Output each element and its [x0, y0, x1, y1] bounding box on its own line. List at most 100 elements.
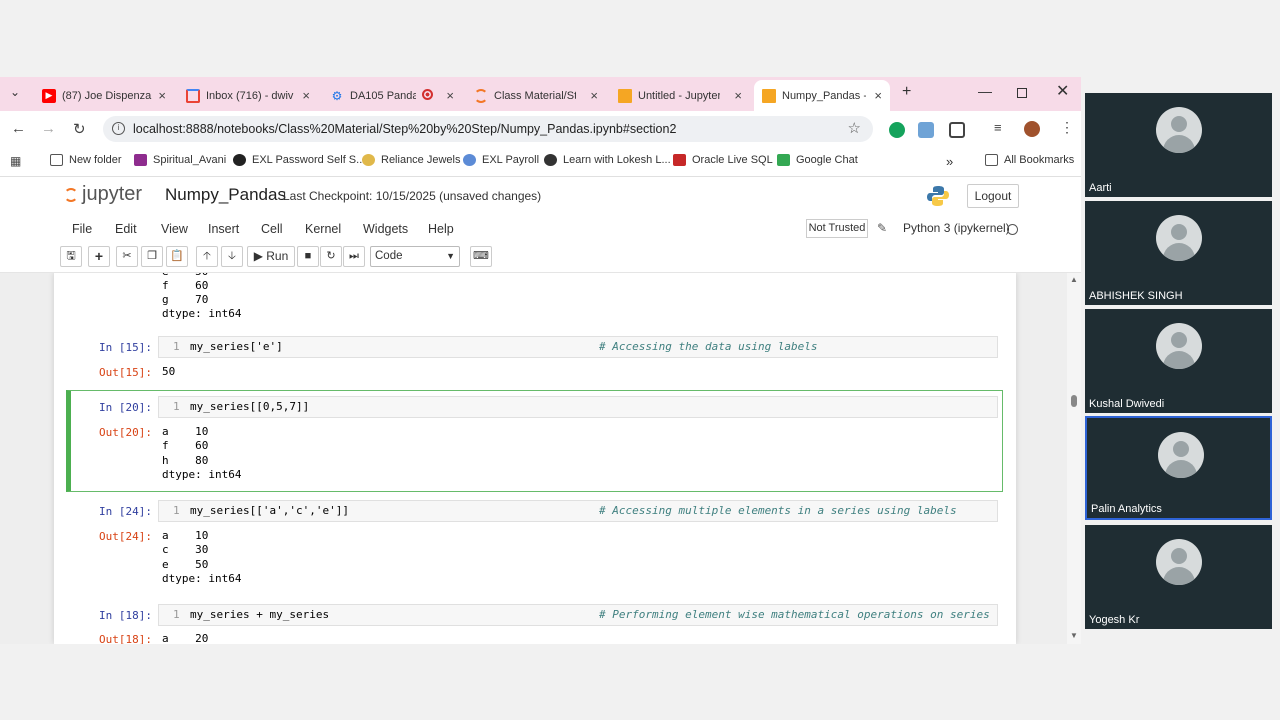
- menu-edit[interactable]: Edit: [115, 222, 137, 236]
- scroll-up-icon[interactable]: ▲: [1070, 275, 1078, 284]
- menu-kebab-icon[interactable]: ⋮: [1060, 119, 1074, 136]
- line-number: 1: [173, 504, 180, 517]
- close-icon[interactable]: ×: [590, 88, 598, 103]
- menu-kernel[interactable]: Kernel: [305, 222, 341, 236]
- menu-help[interactable]: Help: [428, 222, 454, 236]
- python-logo-icon: [927, 186, 949, 206]
- close-icon[interactable]: ×: [446, 88, 454, 103]
- notebook-name[interactable]: Numpy_Pandas: [165, 185, 286, 205]
- bookmark-icon: [134, 154, 147, 166]
- output-line: g 70: [162, 293, 209, 306]
- browser-window: ⌄ ▶ (87) Joe Dispenza × Inbox (716) - dw…: [0, 77, 1081, 644]
- output-prompt: Out[24]:: [99, 530, 152, 543]
- not-trusted-button[interactable]: Not Trusted: [806, 219, 868, 238]
- puzzle-icon[interactable]: [949, 122, 965, 138]
- notebook-toolbar: 🖫 + ✂ ❐ 📋 🡡 🡣 ▶ Run ■ ↻ ⏭ Code ▼ ⌨: [0, 243, 1081, 273]
- cell-type-select[interactable]: Code ▼: [370, 246, 460, 267]
- output-line: c 30: [162, 543, 209, 556]
- tab-untitled[interactable]: Untitled - Jupyter ×: [610, 80, 750, 111]
- scrollbar-thumb[interactable]: [1071, 395, 1077, 407]
- bookmark-exl-payroll[interactable]: EXL Payroll: [463, 154, 539, 166]
- bookmark-oracle[interactable]: Oracle Live SQL: [673, 154, 773, 166]
- participant-tile[interactable]: ABHISHEK SINGH: [1085, 201, 1272, 305]
- output-line: dtype: int64: [162, 572, 242, 585]
- bookmark-new-folder[interactable]: New folder: [50, 154, 122, 166]
- url-field[interactable]: i localhost:8888/notebooks/Class%20Mater…: [103, 116, 873, 142]
- menu-widgets[interactable]: Widgets: [363, 222, 408, 236]
- cut-icon[interactable]: ✂: [116, 246, 138, 267]
- bookmark-label: EXL Payroll: [482, 154, 540, 166]
- menu-insert[interactable]: Insert: [208, 222, 239, 236]
- jupyter-logo[interactable]: jupyter: [64, 183, 142, 206]
- menu-cell[interactable]: Cell: [261, 222, 283, 236]
- window-close-icon[interactable]: ✕: [1056, 81, 1069, 101]
- restore-icon[interactable]: [1017, 88, 1027, 98]
- code-cell[interactable]: 1 my_series[['a','c','e']] # Accessing m…: [158, 500, 998, 522]
- restart-run-all-icon[interactable]: ⏭: [343, 246, 365, 267]
- bookmark-spiritual[interactable]: Spiritual_Avani: [134, 154, 226, 166]
- profile-avatar[interactable]: [1024, 121, 1040, 137]
- output-prompt: Out[15]:: [99, 366, 152, 379]
- bookmark-star-icon[interactable]: ☆: [848, 116, 861, 142]
- participant-tile[interactable]: Aarti: [1085, 93, 1272, 197]
- kernel-idle-icon: [1007, 224, 1018, 235]
- code-comment: # Accessing the data using labels: [599, 340, 818, 353]
- move-down-icon[interactable]: 🡣: [221, 246, 243, 267]
- back-icon[interactable]: ←: [11, 120, 26, 137]
- notebook-area[interactable]: e 50 f 60 g 70 dtype: int64 In [15]: 1 m…: [0, 273, 1081, 644]
- move-up-icon[interactable]: 🡡: [196, 246, 218, 267]
- line-number: 1: [173, 340, 180, 353]
- minimize-icon[interactable]: —: [978, 83, 992, 99]
- participant-tile-active[interactable]: Palin Analytics: [1085, 416, 1272, 520]
- insert-cell-icon[interactable]: +: [88, 246, 110, 267]
- tab-search-icon[interactable]: ⌄: [10, 85, 20, 99]
- close-icon[interactable]: ×: [734, 88, 742, 103]
- all-bookmarks[interactable]: All Bookmarks: [985, 154, 1074, 166]
- scrollbar[interactable]: ▲ ▼: [1067, 273, 1081, 644]
- grammarly-icon[interactable]: [889, 122, 905, 138]
- code-cell[interactable]: 1 my_series + my_series # Performing ele…: [158, 604, 998, 626]
- bookmark-lokesh[interactable]: Learn with Lokesh L...: [544, 154, 671, 166]
- code-cell[interactable]: 1 my_series['e'] # Accessing the data us…: [158, 336, 998, 358]
- tab-class-material[interactable]: Class Material/Ste ×: [466, 80, 606, 111]
- cell-type-value: Code: [375, 250, 403, 262]
- output-line: a 20: [162, 632, 209, 644]
- logout-button[interactable]: Logout: [967, 184, 1019, 208]
- run-button[interactable]: ▶ Run: [247, 246, 295, 267]
- apps-grid-icon[interactable]: ▦: [10, 154, 21, 168]
- paste-icon[interactable]: 📋: [166, 246, 188, 267]
- close-icon[interactable]: ×: [158, 88, 166, 103]
- tab-da105[interactable]: ⚙ DA105 Pandas ×: [322, 80, 462, 111]
- keyboard-icon[interactable]: ⌨: [470, 246, 492, 267]
- close-icon[interactable]: ×: [874, 88, 882, 103]
- close-icon[interactable]: ×: [302, 88, 310, 103]
- participant-tile[interactable]: Yogesh Kr: [1085, 525, 1272, 629]
- tab-gmail[interactable]: Inbox (716) - dwiv ×: [178, 80, 318, 111]
- new-tab-icon[interactable]: +: [902, 83, 911, 101]
- forward-icon[interactable]: →: [41, 120, 56, 137]
- info-icon[interactable]: i: [112, 122, 125, 135]
- bookmarks-overflow-icon[interactable]: »: [946, 154, 953, 169]
- settings-icon: ⚙: [331, 88, 343, 103]
- scroll-down-icon[interactable]: ▼: [1070, 631, 1078, 640]
- reload-icon[interactable]: ↻: [73, 120, 86, 138]
- menu-file[interactable]: File: [72, 222, 92, 236]
- jupyter-header: jupyter Numpy_Pandas Last Checkpoint: 10…: [0, 177, 1081, 215]
- edit-pencil-icon[interactable]: ✎: [877, 221, 887, 235]
- kernel-name[interactable]: Python 3 (ipykernel): [903, 221, 1010, 235]
- bookmark-reliance[interactable]: Reliance Jewels: [362, 154, 460, 166]
- copy-icon[interactable]: ❐: [141, 246, 163, 267]
- participant-tile[interactable]: Kushal Dwivedi: [1085, 309, 1272, 413]
- restart-icon[interactable]: ↻: [320, 246, 342, 267]
- tab-numpy-pandas[interactable]: Numpy_Pandas - J ×: [754, 80, 890, 111]
- menu-view[interactable]: View: [161, 222, 188, 236]
- tab-title: Numpy_Pandas - J: [782, 89, 866, 102]
- interrupt-icon[interactable]: ■: [297, 246, 319, 267]
- code-cell[interactable]: 1 my_series[[0,5,7]]: [158, 396, 998, 418]
- tab-youtube[interactable]: ▶ (87) Joe Dispenza ×: [34, 80, 174, 111]
- extension-icon[interactable]: [918, 122, 934, 138]
- bookmark-exl-password[interactable]: EXL Password Self S...: [233, 154, 365, 166]
- media-icon[interactable]: ≡: [994, 120, 1002, 135]
- bookmark-google-chat[interactable]: Google Chat: [777, 154, 858, 166]
- save-icon[interactable]: 🖫: [60, 246, 82, 267]
